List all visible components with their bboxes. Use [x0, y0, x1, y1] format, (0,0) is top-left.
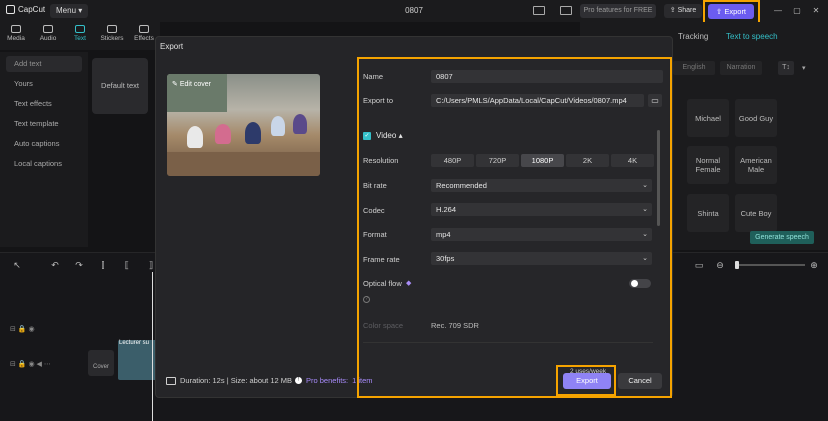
- maximize-icon[interactable]: ▢: [793, 7, 801, 15]
- tab-tracking[interactable]: Tracking: [678, 32, 708, 41]
- media-icon: [11, 25, 21, 33]
- voice-cute-boy[interactable]: Cute Boy: [735, 194, 777, 232]
- tab-text-to-speech[interactable]: Text to speech: [726, 32, 778, 41]
- redo-icon[interactable]: ↷: [74, 260, 84, 270]
- thumbnail-figure: [293, 114, 307, 134]
- highlight-box: [357, 57, 672, 398]
- preview-icon[interactable]: ▭: [694, 260, 704, 270]
- select-icon[interactable]: ↖: [12, 260, 22, 270]
- language-filter[interactable]: English: [673, 61, 715, 75]
- thumbnail-figure: [187, 126, 203, 148]
- edit-cover-button[interactable]: ✎ Edit cover: [172, 80, 211, 88]
- track-lock-icons[interactable]: ⊟ 🔒 ◉: [10, 325, 35, 333]
- effects-icon: [139, 25, 149, 33]
- zoom-slider[interactable]: [735, 264, 805, 266]
- pro-benefits: ! Pro benefits: 1 item: [295, 376, 373, 385]
- pro-benefits-label: Pro benefits:: [306, 376, 349, 385]
- undo-icon[interactable]: ↶: [50, 260, 60, 270]
- edit-cover-label: Edit cover: [179, 81, 211, 88]
- cover-button[interactable]: Cover: [88, 350, 114, 376]
- close-icon[interactable]: ✕: [812, 7, 820, 15]
- share-button[interactable]: ⇪ Share: [664, 4, 702, 18]
- split-left-icon[interactable]: ⟦: [122, 260, 132, 270]
- playhead[interactable]: [152, 272, 153, 421]
- cover-thumbnail[interactable]: [167, 74, 320, 176]
- pro-benefits-link[interactable]: 1 item: [352, 376, 372, 385]
- voice-good-guy[interactable]: Good Guy: [735, 99, 777, 137]
- clip-label: Lecturer su: [119, 340, 150, 346]
- film-icon: [166, 376, 176, 385]
- keyboard-icon[interactable]: [560, 6, 572, 15]
- zoom-in-icon[interactable]: ⊕: [809, 260, 819, 270]
- voice-normal-female[interactable]: Normal Female: [687, 146, 729, 184]
- info-icon: !: [295, 377, 302, 384]
- video-track-icons[interactable]: ⊟ 🔒 ◉ ◀ ⋯: [10, 360, 51, 368]
- zoom-slider-handle[interactable]: [735, 261, 739, 269]
- split-icon[interactable]: ⫿: [98, 260, 108, 270]
- tab-media[interactable]: Media: [0, 22, 32, 50]
- dialog-title: Export: [160, 42, 184, 51]
- sidebar-item-yours[interactable]: Yours: [6, 76, 82, 92]
- sidebar-item-text-template[interactable]: Text template: [6, 116, 82, 132]
- tab-audio[interactable]: Audio: [32, 22, 64, 50]
- voice-shinta[interactable]: Shinta: [687, 194, 729, 232]
- share-label: Share: [677, 7, 697, 14]
- cancel-button[interactable]: Cancel: [618, 373, 662, 389]
- edit-icon: ✎: [172, 81, 178, 88]
- narration-filter[interactable]: Narration: [720, 61, 762, 75]
- tool-tabs: Media Audio Text Stickers Effects: [0, 22, 160, 50]
- chevron-down-icon[interactable]: ▾: [802, 64, 806, 72]
- tab-label: Audio: [39, 35, 57, 42]
- text-icon: [75, 25, 85, 33]
- tab-label: Media: [7, 35, 25, 42]
- default-text-card[interactable]: Default text: [92, 58, 148, 114]
- text-sidebar: Add text Yours Text effects Text templat…: [0, 52, 88, 247]
- tab-label: Text: [74, 35, 86, 42]
- voice-michael[interactable]: Michael: [687, 99, 729, 137]
- thumbnail-figure: [245, 122, 261, 144]
- tab-label: Stickers: [100, 35, 124, 42]
- share-icon: ⇪: [669, 7, 676, 14]
- filter-settings-icon[interactable]: T↕: [778, 61, 794, 75]
- voice-american-male[interactable]: American Male: [735, 146, 777, 184]
- tab-label: Effects: [134, 35, 154, 42]
- tab-text[interactable]: Text: [64, 22, 96, 50]
- audio-icon: [43, 25, 53, 33]
- sidebar-item-auto-captions[interactable]: Auto captions: [6, 136, 82, 152]
- thumbnail-figure: [271, 116, 285, 136]
- tab-stickers[interactable]: Stickers: [96, 22, 128, 50]
- duration-text: Duration: 12s | Size: about 12 MB: [180, 376, 293, 385]
- sidebar-item-text-effects[interactable]: Text effects: [6, 96, 82, 112]
- cover-label: Cover: [92, 364, 109, 370]
- layout-icon[interactable]: [533, 6, 545, 15]
- highlight-box: [703, 0, 760, 24]
- highlight-box: [556, 365, 616, 396]
- zoom-out-icon[interactable]: ⊖: [715, 260, 725, 270]
- thumbnail-desks: [167, 152, 320, 176]
- sidebar-item-local-captions[interactable]: Local captions: [6, 156, 82, 172]
- thumbnail-figure: [215, 124, 231, 144]
- pro-features-button[interactable]: Pro features for FREE: [580, 4, 656, 18]
- sidebar-item-add-text[interactable]: Add text: [6, 56, 82, 72]
- minimize-icon[interactable]: —: [774, 7, 782, 15]
- duration-info: Duration: 12s | Size: about 12 MB: [166, 376, 292, 385]
- generate-speech-button[interactable]: Generate speech: [750, 231, 814, 244]
- stickers-icon: [107, 25, 117, 33]
